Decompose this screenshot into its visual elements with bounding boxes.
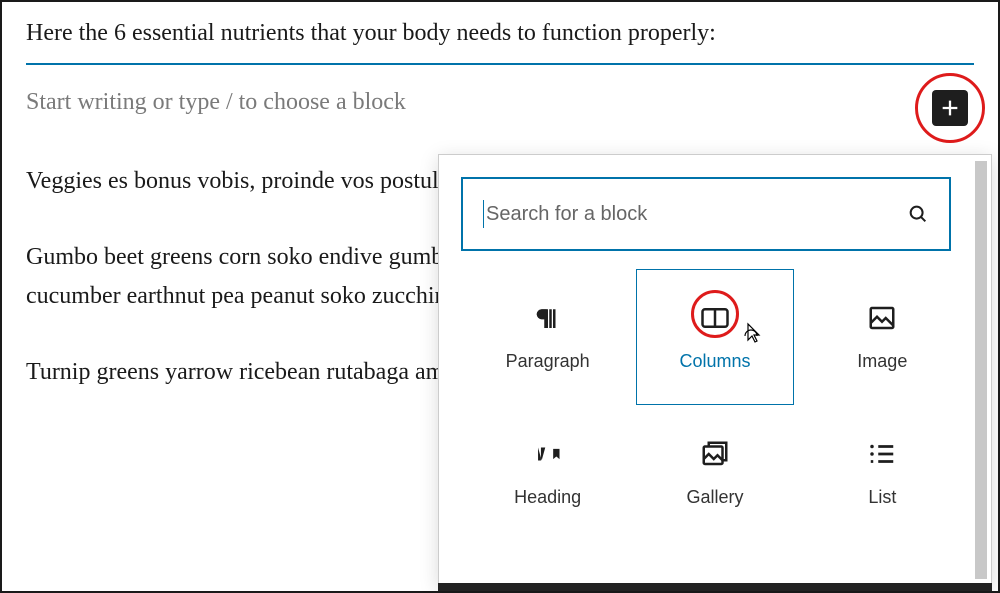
block-option-list[interactable]: List xyxy=(804,423,961,523)
blocks-grid: Paragraph Columns xyxy=(439,269,991,543)
plus-icon xyxy=(939,97,961,119)
scrollbar-thumb[interactable] xyxy=(975,161,987,579)
block-label: Gallery xyxy=(686,487,743,508)
block-option-paragraph[interactable]: Paragraph xyxy=(469,269,626,405)
block-label: Columns xyxy=(679,351,750,372)
heading-icon xyxy=(533,439,563,469)
block-label: List xyxy=(868,487,896,508)
block-option-gallery[interactable]: Gallery xyxy=(636,423,793,523)
columns-icon xyxy=(700,303,730,333)
editor-frame: Here the 6 essential nutrients that your… xyxy=(0,0,1000,593)
search-input[interactable] xyxy=(486,203,907,226)
popover-bottom-edge xyxy=(438,583,992,591)
add-block-button[interactable] xyxy=(932,90,968,126)
block-label: Paragraph xyxy=(506,351,590,372)
block-label: Heading xyxy=(514,487,581,508)
mouse-cursor-icon xyxy=(741,322,761,346)
text-cursor xyxy=(483,200,484,228)
page-heading[interactable]: Here the 6 essential nutrients that your… xyxy=(26,20,974,47)
search-box[interactable] xyxy=(461,177,951,251)
block-option-heading[interactable]: Heading xyxy=(469,423,626,523)
block-option-columns[interactable]: Columns xyxy=(636,269,793,405)
block-inserter-popover: Paragraph Columns xyxy=(438,154,992,586)
gallery-icon xyxy=(700,439,730,469)
image-icon xyxy=(867,303,897,333)
block-option-image[interactable]: Image xyxy=(804,269,961,405)
block-placeholder[interactable]: Start writing or type / to choose a bloc… xyxy=(26,89,974,116)
list-icon xyxy=(867,439,897,469)
popover-scrollbar[interactable] xyxy=(973,161,989,579)
divider xyxy=(26,63,974,65)
block-label: Image xyxy=(857,351,907,372)
search-wrap xyxy=(439,155,991,269)
search-icon xyxy=(907,203,929,225)
paragraph-icon xyxy=(533,303,563,333)
